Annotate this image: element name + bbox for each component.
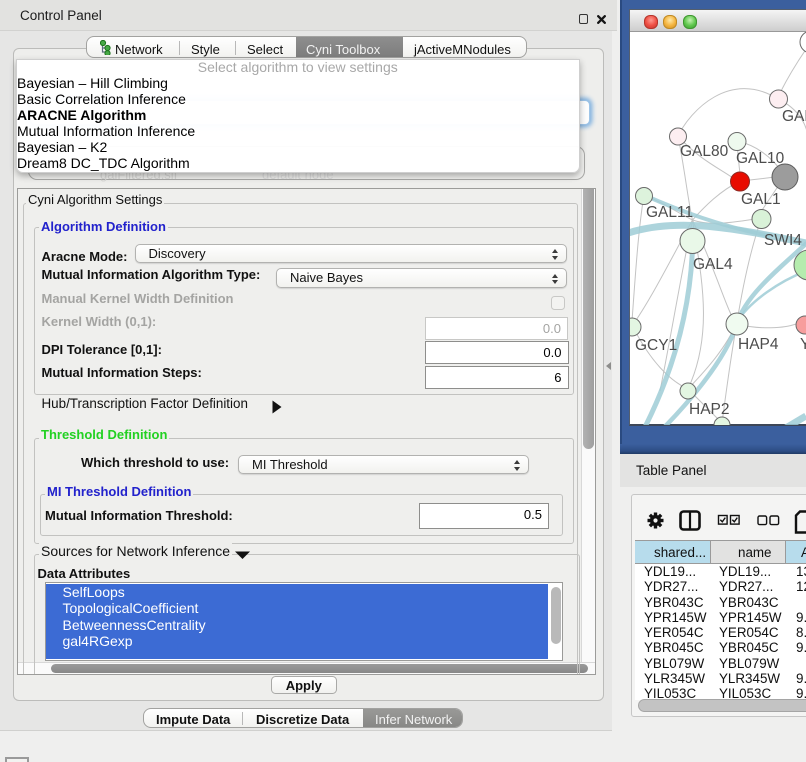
svg-text:GCY1: GCY1 bbox=[635, 337, 677, 354]
svg-text:GAL10: GAL10 bbox=[736, 150, 785, 167]
svg-text:GAL1: GAL1 bbox=[741, 191, 781, 208]
svg-text:GAL80: GAL80 bbox=[680, 143, 729, 160]
svg-text:GAL4: GAL4 bbox=[693, 256, 733, 273]
svg-text:HAP2: HAP2 bbox=[689, 401, 730, 418]
svg-text:Y: Y bbox=[800, 336, 806, 353]
svg-text:SWI4: SWI4 bbox=[764, 232, 802, 249]
svg-text:GAL: GAL bbox=[782, 108, 806, 125]
svg-text:GAL11: GAL11 bbox=[646, 204, 693, 221]
svg-text:HAP4: HAP4 bbox=[738, 336, 779, 353]
